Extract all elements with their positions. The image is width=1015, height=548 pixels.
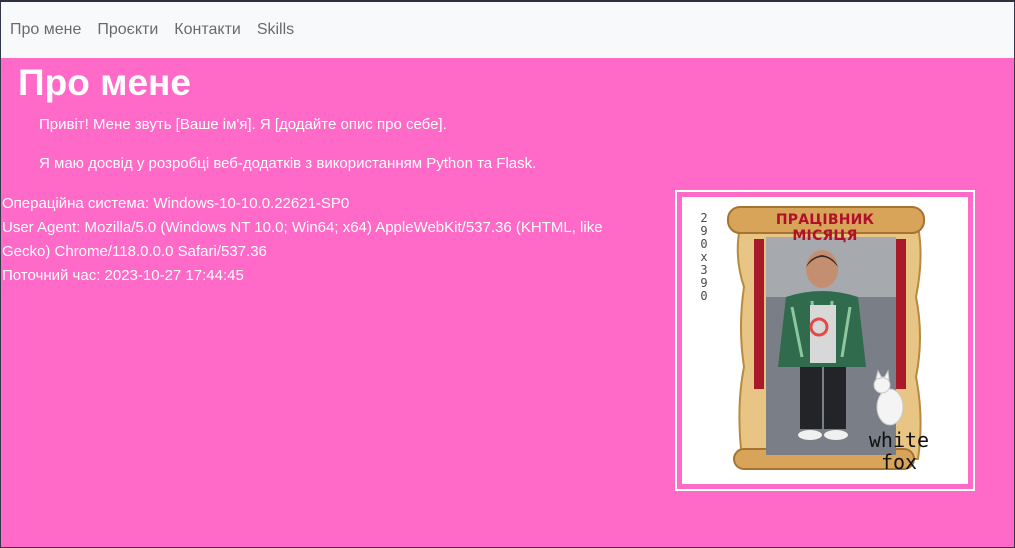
page-title: Про мене — [18, 62, 191, 103]
experience-paragraph: Я маю досвід у розробці веб-додатків з в… — [39, 155, 537, 172]
intro-paragraph: Привіт! Мене звуть [Ваше ім'я]. Я [додай… — [39, 116, 447, 133]
os-info: Операційна система: Windows-10-10.0.2262… — [2, 195, 350, 212]
profile-image: 2 9 0 x 3 9 0 ПРАЦІВНИК МІСЯЦЯ white fox — [682, 197, 968, 484]
nav-link-about[interactable]: Про мене — [10, 21, 81, 39]
nav-link-projects[interactable]: Проєкти — [97, 21, 158, 39]
employee-of-month-banner: ПРАЦІВНИК МІСЯЦЯ — [775, 212, 875, 244]
nav-link-contacts[interactable]: Контакти — [174, 21, 241, 39]
image-dimensions-label: 2 9 0 x 3 9 0 — [700, 211, 708, 303]
nav-link-skills[interactable]: Skills — [257, 21, 294, 39]
white-fox-brand: white fox — [868, 428, 930, 474]
profile-image-frame: 2 9 0 x 3 9 0 ПРАЦІВНИК МІСЯЦЯ white fox — [675, 190, 975, 491]
navbar: Про мене Проєкти Контакти Skills — [0, 0, 1015, 58]
current-time: Поточний час: 2023-10-27 17:44:45 — [2, 267, 244, 284]
system-info: Операційна система: Windows-10-10.0.2262… — [2, 192, 642, 288]
user-agent-info: User Agent: Mozilla/5.0 (Windows NT 10.0… — [2, 219, 603, 260]
